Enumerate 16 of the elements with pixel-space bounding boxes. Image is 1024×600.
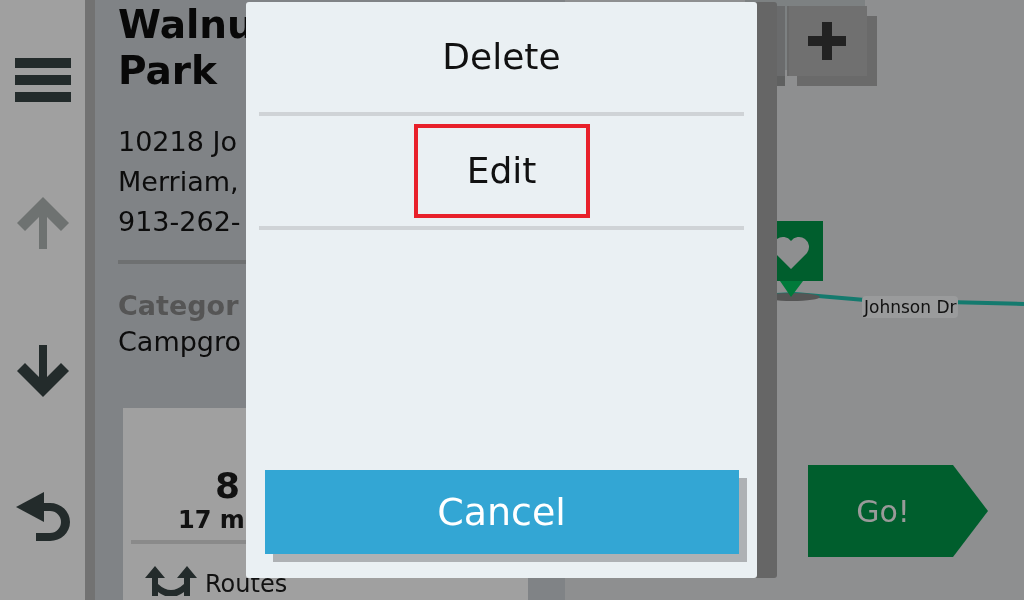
address-line: 913-262- <box>118 205 241 239</box>
route-distance: 8 <box>215 466 241 506</box>
routes-label: Routes <box>205 572 288 596</box>
address-line: 10218 Jo <box>118 125 237 159</box>
route-time: 17 m <box>178 506 245 534</box>
menu-icon[interactable] <box>14 57 71 102</box>
back-icon[interactable] <box>15 492 70 543</box>
menu-item[interactable]: Delete <box>413 10 590 104</box>
road-label: Johnson Dr <box>862 296 959 318</box>
down-arrow-icon[interactable] <box>16 344 69 397</box>
category-value: Campgro <box>118 325 241 359</box>
address-line: Merriam, <box>118 165 239 199</box>
menu-item[interactable]: Edit <box>413 124 590 218</box>
place-title: Park <box>118 48 218 94</box>
routes-icon <box>145 566 197 596</box>
plus-icon <box>808 22 846 60</box>
